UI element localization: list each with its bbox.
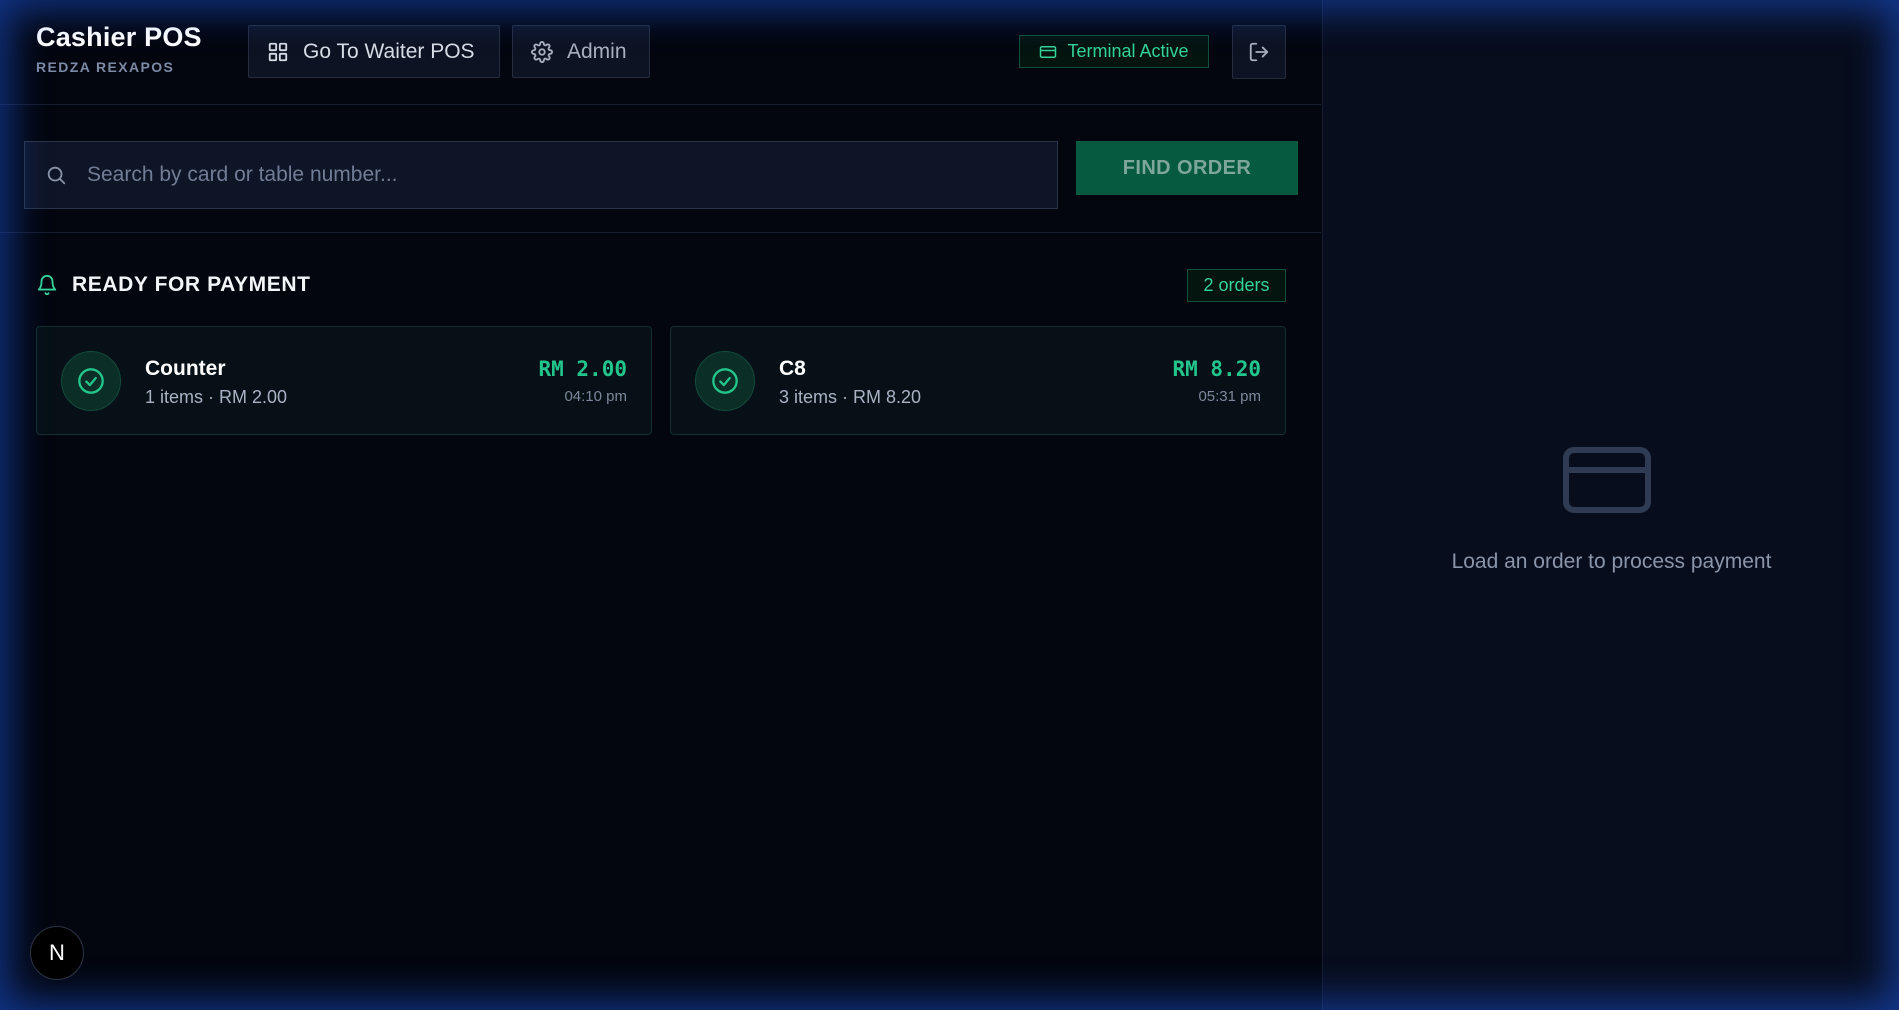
order-card-counter[interactable]: Counter 1 items · RM 2.00 RM 2.00 04:10 …: [36, 326, 652, 435]
ready-title-text: READY FOR PAYMENT: [72, 273, 311, 296]
order-time: 05:31 pm: [1198, 388, 1261, 405]
find-order-button[interactable]: FIND ORDER: [1076, 141, 1298, 195]
terminal-status-text: Terminal Active: [1067, 41, 1189, 61]
check-circle-icon: [695, 351, 755, 411]
order-name: Counter: [145, 357, 226, 380]
credit-card-icon: [1040, 45, 1057, 58]
order-summary: 3 items · RM 8.20: [779, 387, 922, 407]
go-to-waiter-pos-button[interactable]: Go To Waiter POS: [248, 25, 500, 78]
ready-for-payment-heading: READY FOR PAYMENT: [36, 273, 311, 297]
order-summary: 1 items · RM 2.00: [145, 387, 288, 407]
restaurant-name: REDZA REXAPOS: [36, 59, 175, 75]
gear-icon: [531, 40, 553, 63]
bell-icon: [37, 275, 57, 296]
app-root: Cashier POS REDZA REXAPOS Go To Waiter P…: [0, 0, 1899, 1010]
payment-detail-pane: Load an order to process payment: [1322, 0, 1899, 1010]
order-card-c8[interactable]: C8 3 items · RM 8.20 RM 8.20 05:31 pm: [670, 326, 1286, 435]
logout-button[interactable]: [1232, 25, 1286, 79]
app-title: Cashier POS: [36, 22, 202, 52]
grid-icon: [268, 42, 288, 61]
order-time: 04:10 pm: [564, 388, 627, 405]
order-count-badge: 2 orders: [1187, 269, 1286, 302]
check-circle-icon: [61, 351, 121, 411]
order-name: C8: [779, 357, 806, 380]
search-icon: [47, 166, 66, 185]
top-header: Cashier POS REDZA REXAPOS Go To Waiter P…: [0, 0, 1321, 105]
waiter-button-label: Go To Waiter POS: [303, 39, 475, 63]
search-input[interactable]: [85, 162, 1057, 188]
orders-pane: Cashier POS REDZA REXAPOS Go To Waiter P…: [0, 0, 1321, 1010]
empty-state-text: Load an order to process payment: [1451, 550, 1772, 573]
logout-icon: [1249, 42, 1269, 62]
search-section: FIND ORDER: [0, 105, 1321, 233]
order-amount: RM 8.20: [1172, 357, 1261, 381]
terminal-status-badge: Terminal Active: [1019, 35, 1209, 68]
search-box[interactable]: [24, 141, 1058, 209]
order-amount: RM 2.00: [538, 357, 627, 381]
nextjs-dev-badge[interactable]: N: [30, 926, 84, 980]
credit-card-icon: [1563, 447, 1651, 513]
admin-button-label: Admin: [567, 39, 627, 63]
admin-button[interactable]: Admin: [512, 25, 650, 78]
